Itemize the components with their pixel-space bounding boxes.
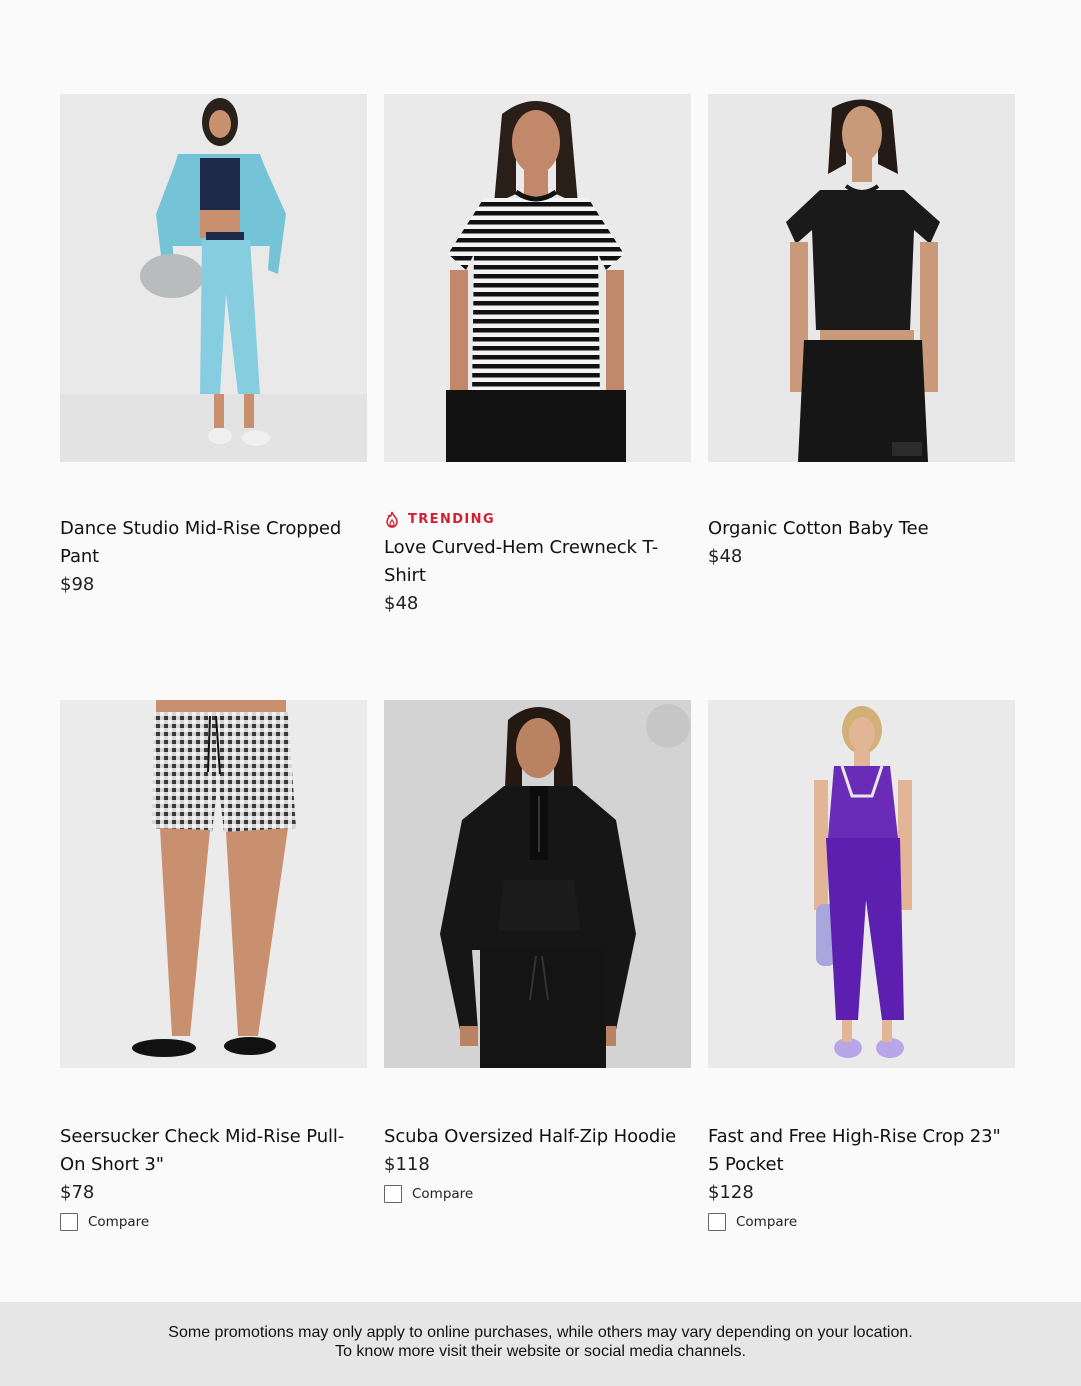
product-name[interactable]: Scuba Oversized Half-Zip Hoodie [384, 1123, 691, 1151]
product-photo-fast-and-free-crop[interactable] [708, 700, 1015, 1068]
product-info: TRENDING Love Curved-Hem Crewneck T-Shir… [384, 511, 691, 618]
disclaimer-line-2: To know more visit their website or soci… [335, 1343, 746, 1360]
product-name[interactable]: Fast and Free High-Rise Crop 23" 5 Pocke… [708, 1123, 1015, 1179]
product-price: $118 [384, 1154, 430, 1175]
flame-icon [386, 511, 398, 528]
product-info: Seersucker Check Mid-Rise Pull-On Short … [60, 1123, 367, 1231]
product-price: $48 [384, 593, 419, 614]
product-grid-row-1: Dance Studio Mid-Rise Cropped Pant $98 T… [60, 94, 1015, 618]
compare-toggle[interactable]: Compare [384, 1185, 691, 1203]
compare-label[interactable]: Compare [736, 1214, 797, 1230]
product-photo-dance-studio-pant[interactable] [60, 94, 367, 462]
compare-checkbox[interactable] [60, 1213, 78, 1231]
product-info: Fast and Free High-Rise Crop 23" 5 Pocke… [708, 1123, 1015, 1231]
product-name[interactable]: Dance Studio Mid-Rise Cropped Pant [60, 515, 367, 571]
product-photo-curved-hem-tee[interactable] [384, 94, 691, 462]
product-listing-page: Dance Studio Mid-Rise Cropped Pant $98 T… [0, 0, 1081, 1386]
product-image[interactable] [384, 94, 691, 462]
product-info: Organic Cotton Baby Tee $48 [708, 515, 1015, 571]
product-image[interactable] [384, 700, 691, 1068]
product-name[interactable]: Love Curved-Hem Crewneck T-Shirt [384, 534, 691, 590]
product-card[interactable]: Fast and Free High-Rise Crop 23" 5 Pocke… [708, 700, 1015, 1231]
compare-checkbox[interactable] [384, 1185, 402, 1203]
compare-label[interactable]: Compare [88, 1214, 149, 1230]
product-card[interactable]: Seersucker Check Mid-Rise Pull-On Short … [60, 700, 367, 1231]
product-price: $48 [708, 546, 743, 567]
trending-badge: TRENDING [384, 511, 691, 528]
product-card[interactable]: Scuba Oversized Half-Zip Hoodie $118 Com… [384, 700, 691, 1231]
compare-label[interactable]: Compare [412, 1186, 473, 1202]
disclaimer-line-1: Some promotions may only apply to online… [168, 1324, 913, 1341]
product-photo-seersucker-short[interactable] [60, 700, 367, 1068]
product-name[interactable]: Seersucker Check Mid-Rise Pull-On Short … [60, 1123, 367, 1179]
product-info: Dance Studio Mid-Rise Cropped Pant $98 [60, 515, 367, 599]
product-card[interactable]: Dance Studio Mid-Rise Cropped Pant $98 [60, 94, 367, 618]
product-photo-scuba-hoodie[interactable] [384, 700, 691, 1068]
compare-toggle[interactable]: Compare [60, 1213, 367, 1231]
product-price: $128 [708, 1182, 754, 1203]
product-info: Scuba Oversized Half-Zip Hoodie $118 Com… [384, 1123, 691, 1203]
product-card[interactable]: Organic Cotton Baby Tee $48 [708, 94, 1015, 618]
product-name[interactable]: Organic Cotton Baby Tee [708, 515, 1015, 543]
compare-toggle[interactable]: Compare [708, 1213, 1015, 1231]
product-image[interactable] [60, 700, 367, 1068]
product-price: $78 [60, 1182, 95, 1203]
product-image[interactable] [60, 94, 367, 462]
product-image[interactable] [708, 94, 1015, 462]
promotions-disclaimer: Some promotions may only apply to online… [0, 1302, 1081, 1386]
product-card[interactable]: TRENDING Love Curved-Hem Crewneck T-Shir… [384, 94, 691, 618]
product-image[interactable] [708, 700, 1015, 1068]
trending-label: TRENDING [408, 512, 496, 527]
product-grid-row-2: Seersucker Check Mid-Rise Pull-On Short … [60, 700, 1015, 1231]
compare-checkbox[interactable] [708, 1213, 726, 1231]
product-photo-baby-tee[interactable] [708, 94, 1015, 462]
product-price: $98 [60, 574, 95, 595]
